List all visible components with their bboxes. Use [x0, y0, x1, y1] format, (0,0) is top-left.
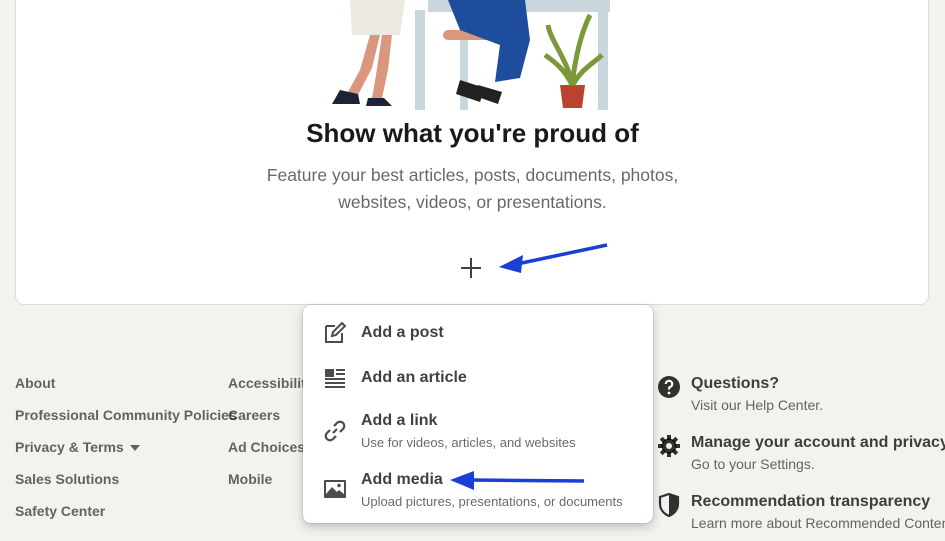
- help-recommendation-transparency[interactable]: Recommendation transparency Learn more a…: [657, 493, 945, 537]
- card-headline: Show what you're proud of: [306, 118, 639, 148]
- shield-icon: [658, 493, 680, 517]
- footer-link-safety-center[interactable]: Safety Center: [15, 503, 237, 535]
- card-subtext: Feature your best articles, posts, docum…: [266, 165, 679, 212]
- footer-column-2: Accessibility Careers Ad Choices Mobile: [228, 375, 314, 503]
- menu-item-title: Add a link: [361, 412, 438, 429]
- article-icon: [325, 369, 345, 388]
- footer-link-privacy-terms[interactable]: Privacy & Terms: [15, 439, 237, 471]
- people-at-table-illustration: [332, 0, 610, 110]
- footer-link-ad-choices[interactable]: Ad Choices: [228, 439, 314, 471]
- add-featured-menu: Add a post Add an article Add a link Use…: [303, 305, 653, 523]
- menu-item-add-media[interactable]: Add media Upload pictures, presentations…: [303, 465, 653, 519]
- help-subtitle: Visit our Help Center.: [691, 397, 824, 413]
- menu-item-add-link[interactable]: Add a link Use for videos, articles, and…: [303, 407, 653, 461]
- footer-link-accessibility[interactable]: Accessibility: [228, 375, 314, 407]
- edit-icon: [325, 321, 347, 343]
- menu-item-title: Add an article: [361, 369, 467, 386]
- footer-link-community-policies[interactable]: Professional Community Policies: [15, 407, 237, 439]
- image-icon: [324, 480, 346, 498]
- footer-column-1: About Professional Community Policies Pr…: [15, 375, 237, 535]
- help-title: Questions?: [691, 375, 780, 392]
- footer-link-mobile[interactable]: Mobile: [228, 471, 314, 503]
- menu-item-add-article[interactable]: Add an article: [303, 360, 653, 404]
- plus-icon: [461, 258, 481, 278]
- help-manage-account[interactable]: Manage your account and privacy Go to yo…: [657, 434, 945, 478]
- help-subtitle: Go to your Settings.: [691, 456, 815, 472]
- help-subtitle: Learn more about Recommended Content.: [691, 515, 945, 531]
- link-icon: [324, 420, 346, 442]
- caret-down-icon: [129, 445, 140, 452]
- menu-item-subtitle: Use for videos, articles, and websites: [361, 435, 576, 450]
- help-title: Recommendation transparency: [691, 493, 931, 510]
- menu-item-subtitle: Upload pictures, presentations, or docum…: [361, 494, 623, 509]
- menu-item-title: Add media: [361, 471, 443, 488]
- help-title: Manage your account and privacy: [691, 434, 945, 451]
- footer-link-about[interactable]: About: [15, 375, 237, 407]
- footer-link-careers[interactable]: Careers: [228, 407, 314, 439]
- menu-item-title: Add a post: [361, 324, 444, 341]
- question-icon: [658, 376, 680, 398]
- menu-item-add-post[interactable]: Add a post: [303, 315, 653, 359]
- add-featured-button[interactable]: [455, 252, 487, 284]
- privacy-terms-label: Privacy & Terms: [15, 439, 124, 455]
- footer-link-sales-solutions[interactable]: Sales Solutions: [15, 471, 237, 503]
- gear-icon: [658, 435, 680, 457]
- help-questions[interactable]: Questions? Visit our Help Center.: [657, 375, 945, 419]
